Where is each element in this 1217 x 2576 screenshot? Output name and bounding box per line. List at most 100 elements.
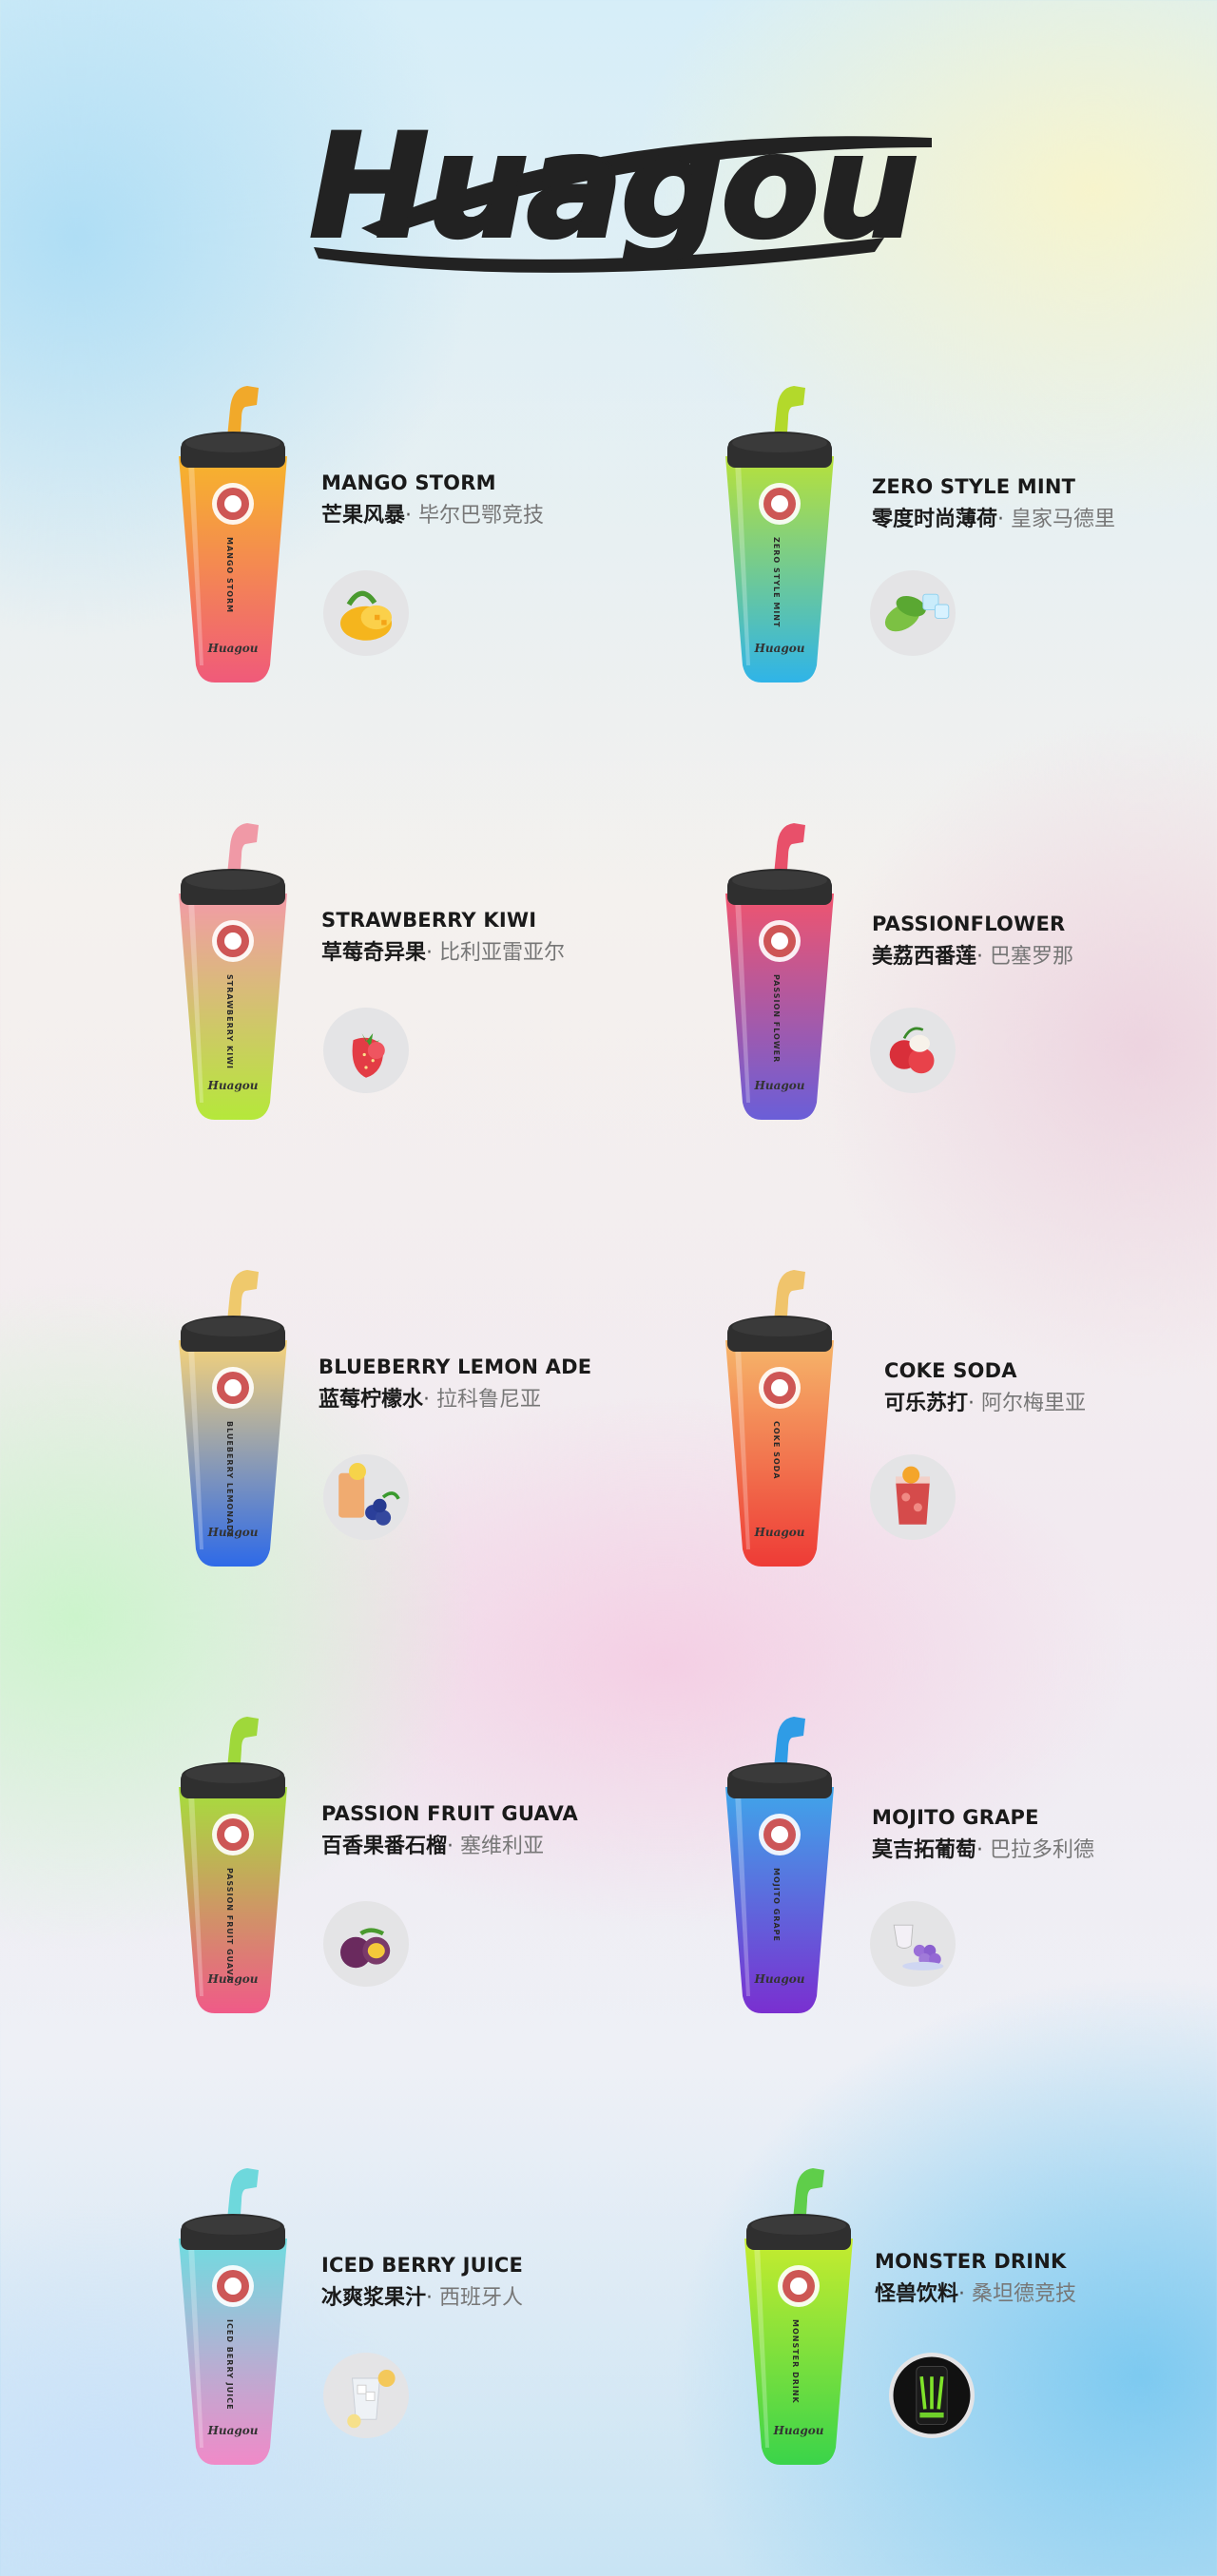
can-flavor-label: MONSTER DRINK <box>791 2319 800 2404</box>
grape-icon <box>870 1901 956 1987</box>
separator-dot: · <box>958 2282 966 2306</box>
product-chinese-name: 冰爽浆果汁 <box>321 2286 427 2310</box>
product-subtitle: 百香果番石榴· 塞维利亚 <box>321 1829 721 1859</box>
product-name: PASSION FRUIT GUAVA <box>321 1802 578 1825</box>
energy-can-icon <box>889 2353 975 2438</box>
product-info: STRAWBERRY KIWI 草莓奇异果· 比利亚雷亚尔 <box>321 909 721 966</box>
product-card[interactable]: ICED BERRY JUICE Huagou ICED BERRY JUICE … <box>171 2163 704 2476</box>
product-chinese-name: 莫吉拓葡萄 <box>872 1838 977 1862</box>
product-device-image: MONSTER DRINK Huagou <box>737 2163 860 2467</box>
product-info: BLUEBERRY LEMON ADE 蓝莓柠檬水· 拉科鲁尼亚 <box>319 1355 718 1413</box>
product-club-name: 巴塞罗那 <box>990 945 1074 969</box>
product-card[interactable]: COKE SODA Huagou COKE SODA 可乐苏打· 阿尔梅里亚 <box>718 1264 1217 1578</box>
product-name: MOJITO GRAPE <box>872 1806 1039 1829</box>
product-name: MANGO STORM <box>321 471 496 494</box>
iced-juice-icon <box>323 2353 409 2438</box>
product-name: MONSTER DRINK <box>875 2250 1067 2273</box>
product-name: BLUEBERRY LEMON ADE <box>319 1355 592 1378</box>
product-chinese-name: 可乐苏打 <box>884 1392 969 1415</box>
product-subtitle: 冰爽浆果汁· 西班牙人 <box>321 2280 721 2311</box>
product-device-image: STRAWBERRY KIWI Huagou <box>171 817 295 1122</box>
product-club-name: 阿尔梅里亚 <box>981 1392 1087 1415</box>
product-info: ICED BERRY JUICE 冰爽浆果汁· 西班牙人 <box>321 2254 721 2311</box>
product-club-name: 拉科鲁尼亚 <box>436 1388 542 1412</box>
separator-dot: · <box>976 945 984 969</box>
product-card[interactable]: MOJITO GRAPE Huagou MOJITO GRAPE 莫吉拓葡萄· 巴… <box>718 1711 1217 2025</box>
can-brand-label: Huagou <box>754 642 805 655</box>
product-card[interactable]: BLUEBERRY LEMONADE Huagou BLUEBERRY LEMON… <box>171 1264 704 1578</box>
product-device-image: PASSION FLOWER Huagou <box>718 817 841 1122</box>
can-brand-label: Huagou <box>754 1526 805 1539</box>
can-brand-label: Huagou <box>207 1526 259 1539</box>
product-name: PASSIONFLOWER <box>872 913 1066 935</box>
product-card[interactable]: MANGO STORM Huagou MANGO STORM 芒果风暴· 毕尔巴鄂… <box>171 380 704 694</box>
logo-text: Huagou <box>310 105 918 270</box>
soda-glass-icon <box>870 1454 956 1540</box>
product-card[interactable]: MONSTER DRINK Huagou MONSTER DRINK 怪兽饮料· … <box>737 2163 1217 2476</box>
product-chinese-name: 草莓奇异果 <box>321 941 427 965</box>
product-card[interactable]: ZERO STYLE MINT Huagou ZERO STYLE MINT 零度… <box>718 380 1217 694</box>
separator-dot: · <box>997 508 1005 531</box>
product-subtitle: 草莓奇异果· 比利亚雷亚尔 <box>321 935 721 966</box>
product-chinese-name: 美荔西番莲 <box>872 945 977 969</box>
can-brand-label: Huagou <box>754 1972 805 1986</box>
product-name: ZERO STYLE MINT <box>872 475 1076 498</box>
product-chinese-name: 怪兽饮料 <box>875 2282 959 2306</box>
brand-logo: Huagou <box>276 95 951 295</box>
can-brand-label: Huagou <box>207 2424 259 2437</box>
product-name: COKE SODA <box>884 1359 1017 1382</box>
can-flavor-label: PASSION FLOWER <box>772 974 781 1064</box>
product-subtitle: 可乐苏打· 阿尔梅里亚 <box>884 1386 1217 1416</box>
product-subtitle: 怪兽饮料· 桑坦德竞技 <box>875 2277 1217 2307</box>
product-name: STRAWBERRY KIWI <box>321 909 537 932</box>
separator-dot: · <box>968 1392 976 1415</box>
product-device-image: ICED BERRY JUICE Huagou <box>171 2163 295 2467</box>
strawberry-icon <box>323 1008 409 1093</box>
separator-dot: · <box>426 2286 434 2310</box>
can-flavor-label: MOJITO GRAPE <box>772 1868 781 1943</box>
logo-graphic: Huagou <box>308 103 932 273</box>
product-info: COKE SODA 可乐苏打· 阿尔梅里亚 <box>884 1359 1217 1416</box>
product-card[interactable]: PASSION FLOWER Huagou PASSIONFLOWER 美荔西番莲… <box>718 817 1217 1131</box>
product-info: PASSION FRUIT GUAVA 百香果番石榴· 塞维利亚 <box>321 1802 721 1859</box>
separator-dot: · <box>405 504 413 528</box>
product-chinese-name: 零度时尚薄荷 <box>872 508 998 531</box>
separator-dot: · <box>426 941 434 965</box>
product-device-image: COKE SODA Huagou <box>718 1264 841 1568</box>
product-card[interactable]: STRAWBERRY KIWI Huagou STRAWBERRY KIWI 草莓… <box>171 817 704 1131</box>
product-subtitle: 蓝莓柠檬水· 拉科鲁尼亚 <box>319 1382 718 1413</box>
separator-dot: · <box>447 1835 454 1858</box>
product-info: ZERO STYLE MINT 零度时尚薄荷· 皇家马德里 <box>872 475 1217 532</box>
can-brand-label: Huagou <box>754 1079 805 1092</box>
product-club-name: 比利亚雷亚尔 <box>439 941 566 965</box>
product-chinese-name: 百香果番石榴 <box>321 1835 448 1858</box>
can-flavor-label: ZERO STYLE MINT <box>772 537 781 628</box>
product-info: MANGO STORM 芒果风暴· 毕尔巴鄂竞技 <box>321 471 721 529</box>
can-brand-label: Huagou <box>773 2424 824 2437</box>
passion-fruit-icon <box>323 1901 409 1987</box>
product-name: ICED BERRY JUICE <box>321 2254 524 2277</box>
can-flavor-label: ICED BERRY JUICE <box>225 2319 234 2411</box>
product-club-name: 塞维利亚 <box>460 1835 545 1858</box>
product-device-image: PASSION FRUIT GUAVA Huagou <box>171 1711 295 2015</box>
product-subtitle: 美荔西番莲· 巴塞罗那 <box>872 939 1217 970</box>
product-club-name: 巴拉多利德 <box>990 1838 1095 1862</box>
can-flavor-label: PASSION FRUIT GUAVA <box>225 1868 234 1983</box>
can-brand-label: Huagou <box>207 642 259 655</box>
product-chinese-name: 芒果风暴 <box>321 504 406 528</box>
product-card[interactable]: PASSION FRUIT GUAVA Huagou PASSION FRUIT … <box>171 1711 704 2025</box>
can-brand-label: Huagou <box>207 1972 259 1986</box>
product-info: MONSTER DRINK 怪兽饮料· 桑坦德竞技 <box>875 2250 1217 2307</box>
product-device-image: MOJITO GRAPE Huagou <box>718 1711 841 2015</box>
blueberry-lemon-icon <box>323 1454 409 1540</box>
product-device-image: MANGO STORM Huagou <box>171 380 295 684</box>
mint-ice-icon <box>870 570 956 656</box>
can-flavor-label: COKE SODA <box>772 1421 781 1480</box>
product-club-name: 西班牙人 <box>439 2286 524 2310</box>
product-club-name: 皇家马德里 <box>1011 508 1116 531</box>
separator-dot: · <box>423 1388 431 1412</box>
product-subtitle: 芒果风暴· 毕尔巴鄂竞技 <box>321 498 721 529</box>
lychee-icon <box>870 1008 956 1093</box>
product-subtitle: 莫吉拓葡萄· 巴拉多利德 <box>872 1833 1217 1863</box>
product-device-image: BLUEBERRY LEMONADE Huagou <box>171 1264 295 1568</box>
